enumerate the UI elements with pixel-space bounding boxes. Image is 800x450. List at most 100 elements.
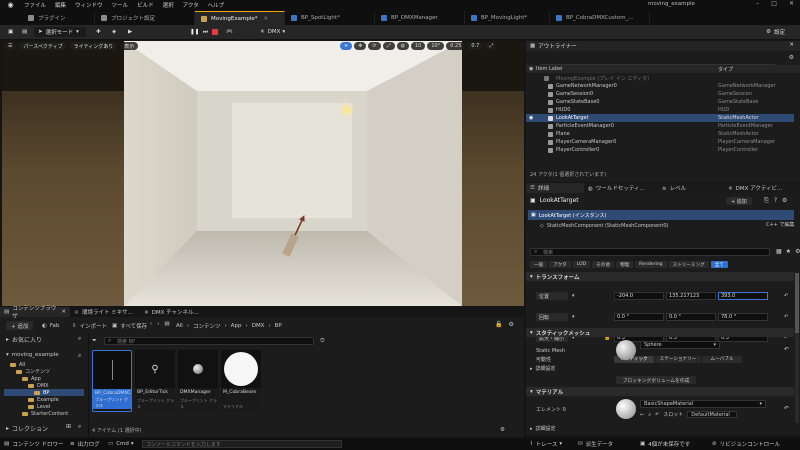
reset-icon[interactable]: ↶: [784, 405, 789, 412]
tab-project-settings[interactable]: プロジェクト設定: [95, 11, 195, 25]
settings-button[interactable]: ⚙ 設定: [762, 27, 789, 37]
grid-snap-button[interactable]: 10: [411, 42, 426, 50]
component-row[interactable]: ◇ StaticMeshComponent (StaticMeshComponen…: [528, 221, 794, 230]
close-icon[interactable]: ✕: [789, 0, 794, 7]
outliner-row[interactable]: PlayerController0 PlayerController: [526, 146, 794, 154]
cmd-dropdown[interactable]: ▭ Cmd ▾: [108, 441, 134, 447]
rotation-y[interactable]: 0.0 °: [666, 313, 716, 321]
content-icon[interactable]: ▤: [18, 27, 31, 37]
breadcrumb-dmx[interactable]: DMX: [252, 323, 265, 329]
tree-item-dmx[interactable]: DMX: [4, 382, 84, 389]
tab-moving-example[interactable]: MovingExample* ✕: [195, 11, 285, 25]
folder-icon[interactable]: ▤: [164, 321, 169, 327]
help-icon[interactable]: ?: [774, 197, 777, 205]
tab-dmx-activity[interactable]: ✳ DMX アクティビ...: [724, 184, 786, 192]
breadcrumb-all[interactable]: All: [176, 323, 183, 329]
tab-bp-spotlight[interactable]: BP_SpotLight*: [285, 11, 375, 25]
outliner-row[interactable]: Plane StaticMeshActor: [526, 130, 794, 138]
angle-snap-button[interactable]: 10°: [427, 42, 445, 50]
tree-item-all[interactable]: All: [4, 361, 84, 368]
close-icon[interactable]: ✕: [789, 42, 794, 48]
show-button[interactable]: 表示: [120, 42, 139, 50]
static-mesh-picker[interactable]: Sphere ▾: [640, 341, 720, 349]
lighting-button[interactable]: ライティングあり: [69, 42, 118, 50]
outliner-row[interactable]: HUD0 HUD: [526, 106, 794, 114]
rotate-tool-icon[interactable]: ⟳: [368, 42, 381, 50]
location-y[interactable]: 135.217123: [666, 292, 716, 300]
project-header[interactable]: ▾ moving_example: [6, 352, 59, 358]
world-space-icon[interactable]: ◍: [396, 42, 409, 50]
add-button[interactable]: + 追加: [6, 321, 34, 330]
tree-item-bp[interactable]: BP: [4, 389, 84, 396]
output-log-button[interactable]: ≡ 出力ログ: [70, 440, 100, 448]
asset-tile-cobra[interactable]: BP_CobraDMXCustom_Extend ブループリント クラス: [92, 350, 132, 412]
rotation-x[interactable]: 0.0 °: [614, 313, 664, 321]
browse-icon[interactable]: ⌕: [648, 412, 651, 418]
maximize-viewport-icon[interactable]: ⤢: [485, 42, 498, 50]
tab-content-browser[interactable]: ▤ コンテンツブラウザ ✕: [0, 306, 70, 320]
scale-snap-button[interactable]: 0.25: [446, 42, 466, 50]
lock-icon[interactable]: 🔓: [495, 321, 502, 328]
close-icon[interactable]: ✕: [61, 309, 66, 315]
tab-close-icon[interactable]: ✕: [263, 16, 268, 22]
filter-misc[interactable]: その他: [592, 261, 614, 268]
console-input[interactable]: コンソールコマンドを入力します: [142, 440, 342, 448]
filter-all[interactable]: 全て: [710, 261, 728, 268]
source-control-button[interactable]: ⊘ リビジョンコントロール: [712, 440, 780, 448]
import-button[interactable]: ⇩ インポート: [72, 321, 107, 330]
menu-help[interactable]: ヘルプ: [208, 1, 225, 9]
gamepad-icon[interactable]: 🎮: [222, 27, 237, 37]
add-collection-icon[interactable]: ⊞: [66, 423, 71, 430]
outliner-row[interactable]: GameStateBase0 GameStateBase: [526, 98, 794, 106]
settings-icon[interactable]: ⚙: [508, 321, 513, 328]
mobility-movable[interactable]: ムーバブル: [702, 355, 742, 363]
settings-icon[interactable]: ⚙: [789, 54, 794, 61]
location-x[interactable]: -204.0: [614, 292, 664, 300]
save-all-button[interactable]: ▣ すべて保存: [112, 321, 147, 330]
rotation-z[interactable]: 78.0 °: [718, 313, 768, 321]
tree-item-level[interactable]: Level: [4, 403, 84, 410]
reset-icon[interactable]: ↶: [784, 346, 789, 353]
menu-tools[interactable]: ツール: [112, 1, 129, 9]
tree-item-starter[interactable]: StarterContent: [4, 410, 84, 417]
unsaved-button[interactable]: ▣ 4個が未保存です: [640, 440, 690, 448]
filter-rendering[interactable]: Rendering: [635, 261, 667, 268]
filter-actor[interactable]: アクタ: [549, 261, 571, 268]
dmx-button[interactable]: ✳ DMX ▾: [256, 27, 289, 37]
scale-tool-icon[interactable]: ⤢: [382, 42, 395, 50]
search-icon[interactable]: ⌕: [78, 335, 81, 343]
tree-item-content[interactable]: コンテンツ: [4, 368, 84, 375]
tab-details[interactable]: ☰ 詳細: [526, 183, 584, 193]
menu-actor[interactable]: アクタ: [183, 1, 199, 9]
filter-lod[interactable]: LOD: [572, 261, 591, 268]
material-thumbnail[interactable]: [616, 399, 636, 419]
menu-select[interactable]: 選択: [163, 1, 174, 9]
tab-bp-dmxmanager[interactable]: BP_DMXManager: [375, 11, 465, 25]
asset-tile-dmxmanager[interactable]: DMXManager ブループリント クラス: [178, 350, 218, 412]
level-viewport[interactable]: ☰ パースペクティブ ライティングあり 表示 ➤ ✥ ⟳ ⤢ ◍ 10 10° …: [2, 41, 524, 306]
tab-levels[interactable]: ≋ レベル: [658, 184, 724, 192]
outliner-row[interactable]: PlayerCameraManager0 PlayerCameraManager: [526, 138, 794, 146]
asset-search-input[interactable]: 検索 BP: [104, 337, 314, 345]
view-options-icon[interactable]: ⚙: [500, 427, 505, 433]
gear-icon[interactable]: ⚙: [795, 248, 800, 255]
outliner-row-selected[interactable]: ◉ LookAtTarget StaticMeshActor: [526, 114, 794, 122]
location-label[interactable]: 位置: [536, 292, 568, 300]
details-scrollbar[interactable]: [795, 273, 799, 423]
instance-row[interactable]: ▣ LookAtTarget (インスタンス): [528, 210, 794, 220]
create-blocking-volume-button[interactable]: ブロッキングボリュームを作成: [616, 376, 696, 384]
select-mode-dropdown[interactable]: ➤ 選択モード ▾: [34, 27, 86, 37]
viewport-options-button[interactable]: ☰: [4, 42, 17, 50]
tab-bp-movinglight[interactable]: BP_MovingLight*: [465, 11, 550, 25]
collections-header[interactable]: ▸ コレクション: [6, 424, 48, 433]
arrow-left-icon[interactable]: ←: [640, 412, 644, 418]
search-icon[interactable]: ⌕: [78, 352, 81, 360]
maximize-icon[interactable]: □: [771, 0, 777, 7]
menu-file[interactable]: ファイル: [24, 1, 46, 9]
favorites-header[interactable]: ▸ お気に入り: [6, 335, 42, 344]
tab-bp-cobra[interactable]: BP_CobraDMXCustom_...: [550, 11, 650, 25]
translate-tool-icon[interactable]: ✥: [354, 42, 367, 50]
materials-advanced-label[interactable]: ▸ 詳細設定: [530, 425, 556, 432]
derived-data-button[interactable]: ⛁ 派生データ: [578, 440, 613, 448]
tab-world-settings[interactable]: ◍ ワールドセッティ...: [584, 184, 658, 192]
